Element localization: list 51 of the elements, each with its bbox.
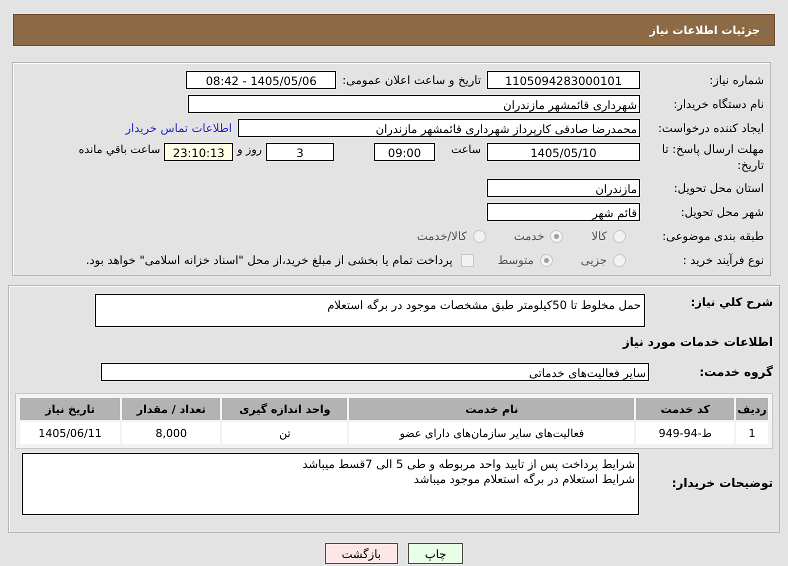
text-field[interactable]: قائم شهر bbox=[487, 203, 640, 221]
contact-link[interactable]: اطلاعات تماس خریدار bbox=[125, 121, 232, 135]
radio-label: خدمت bbox=[514, 229, 544, 243]
days-field[interactable]: 3 bbox=[266, 143, 334, 161]
time-field[interactable]: 09:00 bbox=[374, 143, 435, 161]
column-header: تعداد / مقدار bbox=[122, 398, 220, 420]
notes-box[interactable]: شرایط پرداخت پس از تایید واحد مربوطه و طی 5 الی 7قسط میباشد شرایط استعلام در برگه استعلام موجود میباشد bbox=[22, 453, 639, 515]
column-header: تاریخ نیاز bbox=[20, 398, 120, 420]
field-label: گروه خدمت: bbox=[698, 364, 774, 380]
radio-label: کالا bbox=[591, 229, 607, 243]
field-label: توضیحات خریدار: bbox=[670, 475, 774, 491]
print-button[interactable]: چاپ bbox=[408, 543, 464, 564]
field-label: شماره نیاز: bbox=[708, 72, 765, 88]
field-label: ساعت bbox=[450, 143, 481, 156]
text-field[interactable]: 1105094283000101 bbox=[487, 71, 640, 89]
text-field[interactable]: مازندران bbox=[487, 179, 640, 197]
table-cell: 8,000 bbox=[122, 422, 220, 444]
table-cell: ط-94-949 bbox=[636, 422, 734, 444]
table-cell: تن bbox=[222, 422, 348, 444]
column-header: واحد اندازه گیری bbox=[222, 398, 348, 420]
field-label: ایجاد کننده درخواست: bbox=[657, 120, 765, 136]
text-field[interactable]: محمدرضا صادقی کارپرداز شهرداری قائمشهر مازندران bbox=[238, 119, 640, 137]
table-cell: 1 bbox=[736, 422, 768, 444]
field-label: طبقه بندی موضوعی: bbox=[661, 228, 765, 244]
field-label: نوع فرآیند خرید : bbox=[682, 252, 765, 268]
back-button[interactable]: بازگشت bbox=[324, 543, 398, 564]
column-header: کد خدمت bbox=[636, 398, 734, 420]
table-cell: فعالیت‌های سایر سازمان‌های دارای عضو bbox=[349, 422, 634, 444]
field-label: ساعت باقي مانده bbox=[78, 143, 160, 156]
field-label: استان محل تحویل: bbox=[672, 180, 765, 196]
radio-label: جزیی bbox=[580, 253, 607, 267]
field-label: شهر محل تحویل: bbox=[680, 204, 765, 220]
field-label: تاریخ و ساعت اعلان عمومی: bbox=[342, 73, 481, 87]
text-field[interactable]: سایر فعالیت‌های خدماتی bbox=[101, 363, 649, 381]
radio-label: متوسط bbox=[498, 253, 534, 267]
section-heading: اطلاعات خدمات مورد نیاز bbox=[621, 335, 774, 349]
field-label: روز و bbox=[237, 143, 262, 156]
radio-label: کالا/خدمت bbox=[416, 229, 467, 243]
page-title: جزئیات اطلاعات نیاز bbox=[650, 24, 760, 36]
field-label: مهلت ارسال پاسخ: تا تاریخ: bbox=[660, 141, 765, 173]
remaining-time-field: 23:10:13 bbox=[164, 143, 234, 161]
text-field[interactable]: شهرداری قائمشهر مازندران bbox=[188, 95, 640, 113]
column-header: نام خدمت bbox=[349, 398, 634, 420]
column-header: ردیف bbox=[736, 398, 768, 420]
text-field[interactable]: 1405/05/06 - 08:42 bbox=[186, 71, 336, 89]
field-label: شرح کلي نیاز: bbox=[690, 294, 774, 310]
date-field[interactable]: 1405/05/10 bbox=[487, 143, 640, 161]
field-label: نام دستگاه خریدار: bbox=[672, 96, 765, 112]
checkbox-label: پرداخت تمام یا بخشی از مبلغ خرید،از محل "اسناد خزانه اسلامی" خواهد بود. bbox=[86, 253, 453, 267]
table-cell: 1405/06/11 bbox=[20, 422, 120, 444]
description-box[interactable]: حمل مخلوط تا 50کیلومتر طبق مشخصات موجود در برگه استعلام bbox=[95, 294, 645, 327]
